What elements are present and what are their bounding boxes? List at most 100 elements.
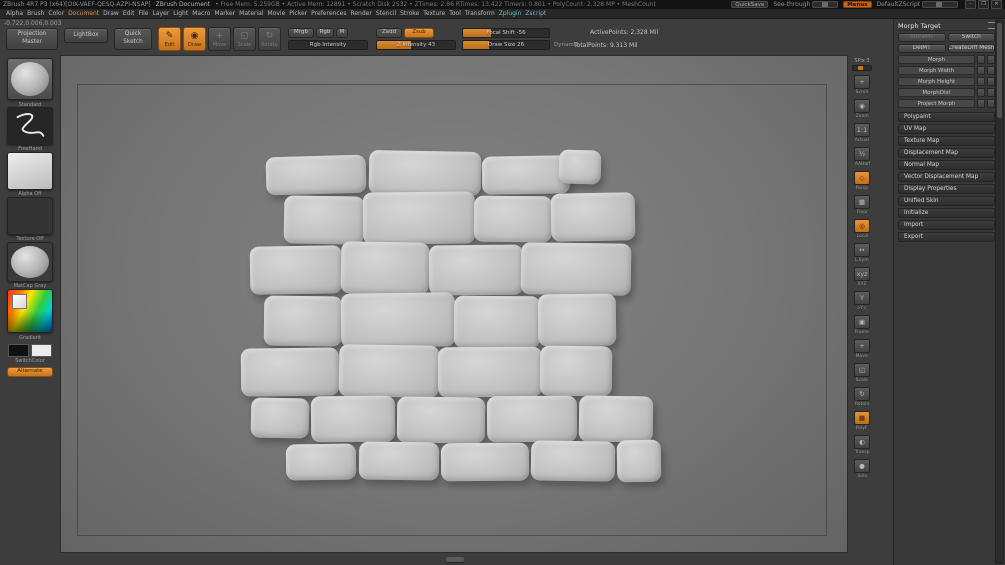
shelf-aahalf-button[interactable]: ½ AAHalf [851, 147, 873, 171]
collapse-icon[interactable] [988, 22, 995, 29]
shelf-xyz-button[interactable]: xyz XYZ [851, 267, 873, 291]
menu-material[interactable]: Material [239, 10, 263, 17]
slider-option-button[interactable] [987, 66, 995, 75]
focal-shift-slider[interactable]: Focal Shift -56 [462, 28, 550, 38]
menu-draw[interactable]: Draw [103, 10, 119, 17]
lightbox-button[interactable]: LightBox [64, 28, 108, 43]
slider-option-button[interactable] [987, 99, 995, 108]
shelf-l-sym-button[interactable]: ↔ L.Sym [851, 243, 873, 267]
shelf-y-button[interactable]: Y >Y< [851, 291, 873, 315]
draw-mode-button[interactable]: ◉ Draw [183, 27, 206, 51]
move-mode-button[interactable]: + Move [208, 27, 231, 51]
see-through-slider[interactable] [812, 1, 839, 8]
menu-macro[interactable]: Macro [192, 10, 210, 17]
menu-render[interactable]: Render [350, 10, 371, 17]
section-displacement-map[interactable]: Displacement Map [898, 148, 995, 158]
menu-marker[interactable]: Marker [214, 10, 235, 17]
morph-width-slider[interactable]: Morph Width [898, 66, 975, 75]
quick-sketch-button[interactable]: Quick Sketch [114, 28, 152, 50]
slider-option-button[interactable] [977, 99, 985, 108]
minimize-icon[interactable]: – [965, 0, 976, 9]
texture-thumbnail[interactable] [7, 197, 53, 235]
menu-zplugin[interactable]: Zplugin [499, 10, 522, 17]
menu-light[interactable]: Light [173, 10, 188, 17]
stroke-thumbnail[interactable] [7, 107, 53, 145]
color-picker[interactable] [7, 289, 53, 333]
main-color-swatch[interactable] [8, 344, 29, 357]
menu-stroke[interactable]: Stroke [400, 10, 419, 17]
close-icon[interactable]: ✕ [991, 0, 1002, 9]
menu-color[interactable]: Color [48, 10, 64, 17]
menu-edit[interactable]: Edit [123, 10, 135, 17]
z-intensity-slider[interactable]: Z Intensity 43 [376, 40, 456, 50]
morph-slider[interactable]: Morph [898, 55, 975, 64]
hscroll-grip[interactable] [446, 557, 464, 562]
section-export[interactable]: Export [898, 232, 995, 242]
shelf-transp-button[interactable]: ◐ Transp [851, 435, 873, 459]
shelf-polyf-button[interactable]: ▦ PolyF [851, 411, 873, 435]
slider-option-button[interactable] [987, 77, 995, 86]
menus-toggle-button[interactable]: Menus [843, 1, 872, 8]
shelf-scroll-button[interactable]: + Scroll [851, 75, 873, 99]
slider-option-button[interactable] [977, 55, 985, 64]
m-button[interactable]: M [336, 28, 348, 38]
menu-preferences[interactable]: Preferences [311, 10, 346, 17]
rgb-button[interactable]: Rgb [316, 28, 334, 38]
menu-brush[interactable]: Brush [27, 10, 44, 17]
section-polypaint[interactable]: Polypaint [898, 112, 995, 122]
store-mt-button[interactable]: StoreMT [898, 33, 946, 42]
spix-groove[interactable] [852, 65, 872, 71]
project-morph-slider[interactable]: Project Morph [898, 99, 975, 108]
alpha-thumbnail[interactable] [7, 152, 53, 190]
section-import[interactable]: Import [898, 220, 995, 230]
color-picker-inner-square[interactable] [12, 294, 27, 309]
shelf-frame-button[interactable]: ▣ Frame [851, 315, 873, 339]
panel-scrollbar-thumb[interactable] [997, 23, 1002, 118]
rotate-mode-button[interactable]: ↻ Rotate [258, 27, 281, 51]
menu-tool[interactable]: Tool [449, 10, 461, 17]
section-vector-displacement-map[interactable]: Vector Displacement Map [898, 172, 995, 182]
menu-texture[interactable]: Texture [423, 10, 445, 17]
shelf-persp-button[interactable]: ◇ Persp [851, 171, 873, 195]
projection-master-button[interactable]: Projection Master [6, 28, 58, 50]
slider-option-button[interactable] [977, 77, 985, 86]
section-texture-map[interactable]: Texture Map [898, 136, 995, 146]
shelf-rotate-button[interactable]: ↻ Rotate [851, 387, 873, 411]
morph-target-header[interactable]: Morph Target [898, 21, 995, 31]
slider-option-button[interactable] [977, 66, 985, 75]
creatediff-mesh-button[interactable]: CreateDiff Mesh [947, 44, 995, 53]
shelf-floor-button[interactable]: ▦ Floor [851, 195, 873, 219]
menu-alpha[interactable]: Alpha [6, 10, 23, 17]
shelf-move-button[interactable]: + Move [851, 339, 873, 363]
menu-picker[interactable]: Picker [289, 10, 307, 17]
menu-zscript[interactable]: Zscript [525, 10, 546, 17]
section-normal-map[interactable]: Normal Map [898, 160, 995, 170]
section-unified-skin[interactable]: Unified Skin [898, 196, 995, 206]
shelf-actual-button[interactable]: 1:1 Actual [851, 123, 873, 147]
shelf-scale-button[interactable]: ◱ Scale [851, 363, 873, 387]
restore-icon[interactable]: ❐ [978, 0, 989, 9]
del-mt-button[interactable]: DelMT [898, 44, 946, 53]
slider-option-button[interactable] [987, 55, 995, 64]
slider-option-button[interactable] [987, 88, 995, 97]
menu-stencil[interactable]: Stencil [376, 10, 396, 17]
alternate-button[interactable]: Alternate [7, 367, 53, 377]
menu-document[interactable]: Document [68, 10, 99, 17]
material-thumbnail[interactable] [7, 242, 53, 282]
mrgb-button[interactable]: Mrgb [288, 28, 314, 38]
shelf-local-button[interactable]: ◎ Local [851, 219, 873, 243]
menu-layer[interactable]: Layer [153, 10, 170, 17]
section-uv-map[interactable]: UV Map [898, 124, 995, 134]
zsub-button[interactable]: Zsub [404, 28, 434, 38]
spix-slider[interactable]: SPix 3 [851, 58, 873, 71]
quicksave-button[interactable]: QuickSave [731, 1, 769, 8]
menu-movie[interactable]: Movie [268, 10, 286, 17]
edit-mode-button[interactable]: ✎ Edit [158, 27, 181, 51]
menu-file[interactable]: File [138, 10, 148, 17]
sculpt-viewport[interactable] [60, 55, 848, 553]
morph-height-slider[interactable]: Morph Height [898, 77, 975, 86]
rgb-intensity-slider[interactable]: Rgb Intensity [288, 40, 368, 50]
draw-size-slider[interactable]: Draw Size 26 [462, 40, 550, 50]
section-initialize[interactable]: Initialize [898, 208, 995, 218]
morphdist-slider[interactable]: MorphDist [898, 88, 975, 97]
